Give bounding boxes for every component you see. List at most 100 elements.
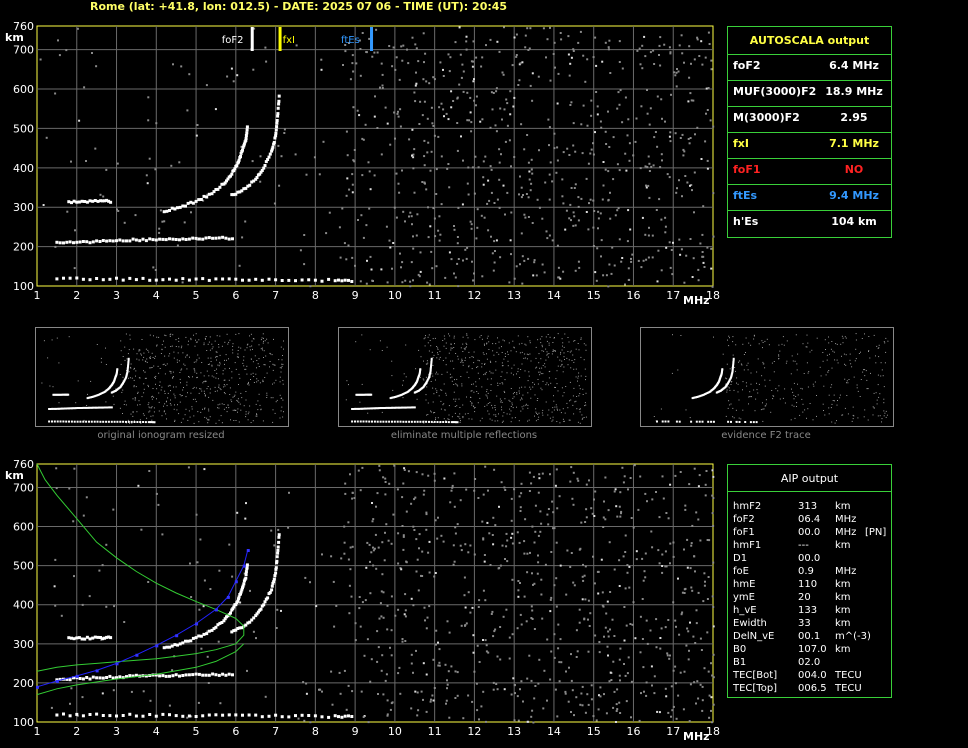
noise-dot (423, 155, 426, 158)
noise-dot (559, 32, 562, 34)
thumb-noise (462, 417, 464, 419)
noise-dot (397, 110, 399, 113)
thumb-noise (581, 414, 583, 416)
thumb-noise (182, 418, 184, 420)
aip-row-unit: MHz (835, 514, 857, 525)
thumb-noise (677, 369, 679, 371)
thumb-noise (466, 346, 467, 348)
thumb-noise (282, 379, 284, 381)
thumb-noise (462, 336, 464, 338)
thumb-noise (208, 396, 210, 398)
noise-dot (377, 546, 380, 549)
noise-dot (510, 253, 512, 256)
noise-dot (442, 68, 444, 71)
thumb-noise (256, 381, 258, 383)
thumb-noise (503, 412, 505, 414)
noise-dot (435, 265, 438, 268)
noise-dot (523, 540, 526, 543)
thumb-noise (251, 345, 253, 347)
trace-point (81, 240, 85, 243)
noise-dot (597, 708, 600, 711)
noise-dot (574, 150, 577, 153)
noise-dot (646, 112, 649, 115)
noise-dot (664, 565, 667, 568)
thumb-noise (171, 345, 173, 347)
thumb-noise (196, 341, 198, 343)
thumb-noise (464, 413, 466, 415)
thumb-noise (465, 347, 466, 349)
thumb-noise (879, 393, 881, 395)
noise-dot (448, 186, 451, 189)
thumb-noise (526, 358, 528, 360)
marker-ftes (370, 27, 374, 51)
thumb-noise (194, 369, 196, 371)
thumb-noise (880, 362, 882, 364)
noise-dot (158, 227, 161, 230)
thumb-noise (556, 408, 558, 410)
noise-dot (394, 614, 397, 617)
trace-point (131, 237, 135, 241)
thumb-noise (149, 407, 151, 409)
thumb-noise (432, 422, 434, 424)
thumb-noise (773, 371, 775, 373)
thumb-noise (881, 369, 883, 371)
trace-point (197, 198, 201, 202)
noise-dot (693, 58, 696, 61)
thumb-noise (446, 371, 448, 373)
y-tick-label: 400 (13, 599, 34, 612)
noise-dot (491, 610, 494, 613)
noise-dot (472, 80, 475, 83)
noise-dot (470, 130, 473, 133)
thumb-noise (437, 373, 439, 375)
thumb-noise (164, 390, 166, 392)
thumb-noise (577, 380, 578, 382)
trace-point (81, 277, 85, 281)
noise-dot (209, 588, 212, 590)
noise-dot (491, 252, 494, 255)
trace-point (184, 204, 187, 208)
thumb-noise (864, 369, 866, 371)
noise-dot (649, 51, 652, 54)
thumb-noise (483, 374, 485, 376)
noise-dot (344, 482, 347, 485)
noise-dot (420, 690, 423, 693)
noise-dot (666, 173, 669, 176)
noise-dot (703, 584, 706, 587)
noise-dot (391, 701, 394, 704)
noise-dot (710, 696, 713, 699)
noise-dot (409, 285, 412, 288)
thumb-noise (173, 408, 175, 410)
thumb-noise (506, 372, 508, 374)
header-title: Rome (lat: +41.8, lon: 012.5) - DATE: 20… (90, 0, 508, 13)
noise-dot (601, 591, 604, 594)
noise-dot (362, 138, 365, 141)
noise-dot (416, 213, 419, 216)
thumb-noise (190, 392, 192, 394)
noise-dot (397, 532, 400, 535)
thumb-noise (205, 336, 207, 337)
noise-dot (502, 184, 505, 187)
thumb-noise (791, 355, 793, 357)
noise-dot (599, 695, 602, 698)
thumb-noise (771, 362, 773, 364)
thumb-noise (454, 412, 456, 414)
noise-dot (523, 552, 526, 555)
noise-dot (562, 270, 565, 273)
noise-dot (481, 520, 484, 523)
thumb-noise (145, 348, 147, 350)
autoscala-row-5: ftEs 9.4 MHz (728, 184, 891, 211)
noise-dot (545, 56, 547, 59)
noise-dot (615, 703, 618, 706)
thumb-noise (430, 345, 432, 347)
noise-dot (694, 133, 696, 136)
thumb-noise (136, 353, 138, 355)
thumb-noise (151, 396, 152, 398)
noise-dot (651, 684, 653, 687)
trace-point (77, 636, 81, 640)
y-tick-label: 600 (13, 521, 34, 534)
thumb-noise (269, 366, 270, 368)
noise-dot (616, 209, 619, 212)
noise-dot (371, 502, 373, 504)
noise-dot (605, 274, 608, 277)
thumb-noise (742, 389, 743, 391)
